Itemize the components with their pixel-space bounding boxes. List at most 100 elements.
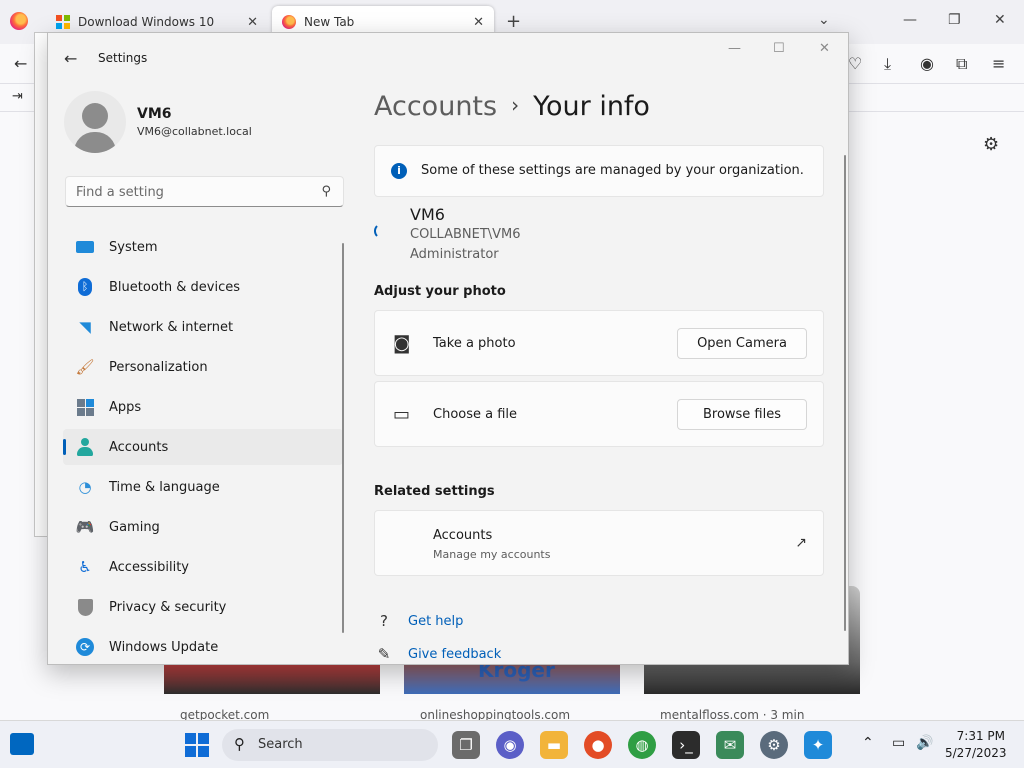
folder-icon: ▭: [393, 404, 411, 425]
clock-date[interactable]: 5/27/2023: [945, 746, 1007, 760]
show-hidden-icons-chevron-icon[interactable]: ⌃: [862, 735, 874, 751]
search-placeholder: Find a setting: [76, 185, 164, 200]
browser-tab-title: Download Windows 10: [78, 15, 215, 29]
browser-close-button[interactable]: ✕: [994, 12, 1006, 28]
nav-item-label: Bluetooth & devices: [109, 279, 240, 295]
chrome-icon[interactable]: ◍: [628, 731, 656, 759]
settings-window: ← Settings — ☐ ✕ VM6 VM6@collabnet.local…: [47, 32, 849, 665]
list-all-tabs-button[interactable]: ⌄: [818, 12, 830, 28]
terminal-icon[interactable]: ›_: [672, 731, 700, 759]
clock-time[interactable]: 7:31 PM: [955, 729, 1005, 743]
nav-item-apps[interactable]: Apps: [63, 389, 343, 425]
pocket-icon[interactable]: ♡: [848, 54, 862, 73]
related-accounts-link[interactable]: Accounts Manage my accounts ↗: [374, 510, 824, 576]
wifi-icon: ◥: [79, 318, 91, 336]
extensions-icon[interactable]: ⧉: [956, 54, 967, 74]
new-tab-button[interactable]: +: [506, 11, 521, 32]
breadcrumb-parent[interactable]: Accounts: [374, 91, 497, 122]
downloads-icon[interactable]: ⤓: [884, 54, 891, 74]
nav-item-label: Windows Update: [109, 639, 219, 655]
nav-item-label: System: [109, 239, 158, 255]
give-feedback-label: Give feedback: [408, 646, 502, 662]
choose-file-row: ▭ Choose a file Browse files: [374, 381, 824, 447]
back-arrow-icon[interactable]: ←: [14, 54, 27, 73]
nav-item-label: Network & internet: [109, 319, 234, 335]
browser-restore-button[interactable]: ❐: [948, 12, 961, 28]
take-photo-row: ◙ Take a photo Open Camera: [374, 310, 824, 376]
network-tray-icon[interactable]: ▭: [892, 735, 905, 751]
related-settings-heading: Related settings: [374, 484, 495, 499]
org-managed-banner: i Some of these settings are managed by …: [374, 145, 824, 197]
nav-item-accounts[interactable]: Accounts: [63, 429, 343, 465]
firefox-icon[interactable]: ●: [584, 731, 612, 759]
camera-icon: ◙: [393, 333, 411, 354]
minimize-button[interactable]: —: [728, 41, 741, 56]
widgets-icon[interactable]: [10, 733, 34, 755]
volume-tray-icon[interactable]: 🔊: [916, 735, 933, 751]
nav-item-label: Apps: [109, 399, 142, 415]
nav-scrollbar[interactable]: [342, 243, 344, 633]
account-icon[interactable]: ◉: [920, 54, 934, 73]
taskbar-search[interactable]: ⚲ Search: [222, 729, 438, 761]
nav-item-accessibility[interactable]: ♿ Accessibility: [63, 549, 343, 585]
system-icon: [75, 237, 95, 257]
tab-close-icon[interactable]: ✕: [473, 15, 484, 30]
tab-close-icon[interactable]: ✕: [247, 15, 258, 30]
pinned-app-icon[interactable]: ✦: [804, 731, 832, 759]
get-help-link[interactable]: ? Get help: [374, 612, 463, 630]
accessibility-icon: ♿: [78, 558, 92, 576]
related-accounts-sub: Manage my accounts: [433, 548, 551, 561]
mail-app-icon[interactable]: ✉: [716, 731, 744, 759]
nav-item-personalization[interactable]: 🖌 Personalization: [63, 349, 343, 385]
close-button[interactable]: ✕: [819, 41, 830, 56]
newtab-settings-gear-icon[interactable]: ⚙: [983, 134, 999, 155]
taskbar-search-label: Search: [258, 737, 303, 752]
loading-spinner-icon: [374, 223, 390, 239]
accounts-icon: [75, 437, 95, 457]
windows-favicon-icon: [56, 15, 70, 29]
nav-item-label: Personalization: [109, 359, 208, 375]
adjust-photo-heading: Adjust your photo: [374, 284, 506, 299]
find-setting-input[interactable]: Find a setting ⚲: [65, 176, 344, 207]
settings-nav: System ᛒ Bluetooth & devices ◥ Network &…: [63, 229, 343, 664]
back-arrow-icon[interactable]: ←: [64, 49, 77, 68]
content-scrollbar[interactable]: [844, 155, 846, 631]
shield-icon: [75, 597, 95, 617]
nav-item-label: Gaming: [109, 519, 160, 535]
help-icon: ?: [380, 612, 388, 630]
nav-item-time-language[interactable]: ◔ Time & language: [63, 469, 343, 505]
nav-item-label: Accessibility: [109, 559, 189, 575]
account-domain-user: COLLABNET\VM6: [410, 227, 521, 242]
nav-item-privacy-security[interactable]: Privacy & security: [63, 589, 343, 625]
settings-app-icon[interactable]: ⚙: [760, 731, 788, 759]
nav-item-system[interactable]: System: [63, 229, 343, 265]
avatar-body: [74, 132, 116, 153]
info-icon: i: [391, 163, 407, 179]
gamepad-icon: 🎮: [75, 518, 95, 536]
globe-clock-icon: ◔: [78, 478, 92, 496]
chat-icon[interactable]: ◉: [496, 731, 524, 759]
import-bookmarks-icon[interactable]: ⇥: [12, 89, 23, 104]
firefox-logo-icon[interactable]: [10, 12, 28, 30]
profile-email: VM6@collabnet.local: [137, 125, 252, 138]
nav-item-bluetooth[interactable]: ᛒ Bluetooth & devices: [63, 269, 343, 305]
nav-item-gaming[interactable]: 🎮 Gaming: [63, 509, 343, 545]
related-accounts-label: Accounts: [433, 528, 493, 543]
feedback-icon: ✎: [377, 645, 391, 663]
open-camera-button[interactable]: Open Camera: [677, 328, 807, 359]
choose-file-label: Choose a file: [433, 407, 518, 422]
file-explorer-icon[interactable]: ▬: [540, 731, 568, 759]
browse-files-button[interactable]: Browse files: [677, 399, 807, 430]
avatar[interactable]: [64, 91, 126, 153]
browser-minimize-button[interactable]: —: [903, 12, 917, 28]
task-view-icon[interactable]: ❐: [452, 731, 480, 759]
maximize-button[interactable]: ☐: [773, 41, 785, 56]
update-icon: ⟳: [75, 637, 95, 657]
nav-item-network[interactable]: ◥ Network & internet: [63, 309, 343, 345]
menu-icon[interactable]: ≡: [992, 54, 1005, 73]
external-link-icon: ↗: [795, 535, 807, 551]
search-icon[interactable]: ⚲: [321, 184, 331, 199]
nav-item-windows-update[interactable]: ⟳ Windows Update: [63, 629, 343, 664]
start-button[interactable]: [185, 733, 209, 757]
give-feedback-link[interactable]: ✎ Give feedback: [374, 645, 502, 663]
